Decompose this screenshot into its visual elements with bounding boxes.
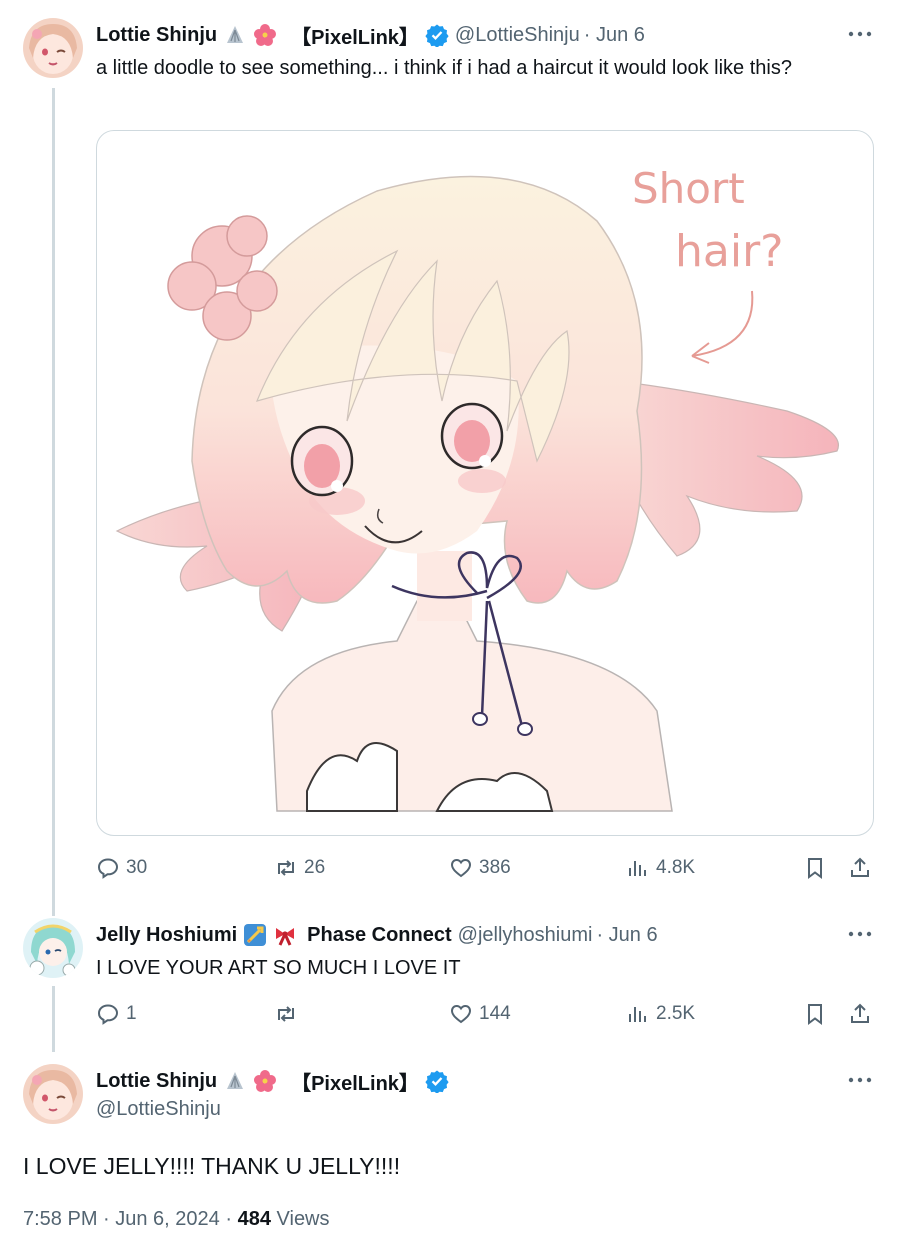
share-button[interactable] [848,856,872,880]
display-name[interactable]: Lottie Shinju [96,1070,217,1093]
share-icon [851,1003,869,1023]
repost-count: 26 [304,857,326,878]
views-button[interactable]: 4.8K [626,856,695,880]
repost-icon [278,860,294,876]
image-annotation-line1: Short [632,164,745,213]
reply-icon [97,858,119,879]
post-text: a little doodle to see something... i th… [96,57,792,79]
avatar[interactable] [23,18,83,78]
verified-icon [425,23,449,47]
avatar[interactable] [23,918,83,978]
post-text: I LOVE YOUR ART SO MUCH I LOVE IT [96,957,461,979]
reply-count: 1 [126,1003,137,1024]
handle[interactable]: @LottieShinju [455,24,580,47]
hibiscus-emoji-icon [253,1069,277,1093]
bookmark-icon [808,858,822,879]
reply-button[interactable]: 1 [96,1002,137,1026]
rocket-emoji-icon [243,923,267,947]
like-icon [450,858,472,878]
more-icon[interactable] [845,924,875,944]
like-count: 144 [479,1003,511,1024]
shell-emoji-icon [223,1069,247,1093]
like-button[interactable]: 386 [449,856,511,880]
share-icon [851,857,869,877]
views-count: 4.8K [656,857,696,878]
views-count: 2.5K [656,1003,696,1024]
image-annotation-line2: hair? [675,226,784,277]
avatar[interactable] [23,1064,83,1124]
views-count: 484 [237,1208,271,1230]
post-date[interactable]: · Jun 6 [596,924,657,947]
views-icon [629,1007,646,1022]
ribbon-emoji-icon [273,923,297,947]
share-button[interactable] [848,1002,872,1026]
like-count: 386 [479,857,511,878]
shell-emoji-icon [223,23,247,47]
more-icon[interactable] [845,1070,875,1090]
reply-icon [97,1004,119,1025]
display-name[interactable]: Jelly Hoshiumi [96,924,237,947]
bookmark-button[interactable] [803,1002,827,1026]
display-name[interactable]: Lottie Shinju [96,24,217,47]
post-text: I LOVE JELLY!!!! THANK U JELLY!!!! [23,1153,401,1179]
post-header: Lottie Shinju 【PixelLink】 [96,1066,449,1096]
like-icon [450,1004,472,1024]
bookmark-button[interactable] [803,856,827,880]
repost-icon [278,1006,294,1022]
reply-button[interactable]: 30 [96,856,147,880]
post-timestamp[interactable]: 7:58 PM · Jun 6, 2024 · [23,1208,232,1230]
verified-icon [425,1069,449,1093]
post-header: Jelly Hoshiumi Phase Connect @jellyhoshi… [96,920,658,950]
post-metadata: 7:58 PM · Jun 6, 2024 · 484 Views [23,1208,330,1231]
post-header: Lottie Shinju 【PixelLink】 @LottieShinju … [96,20,645,50]
handle[interactable]: @jellyhoshiumi [458,924,593,947]
handle[interactable]: @LottieShinju [96,1098,221,1121]
hibiscus-emoji-icon [253,23,277,47]
affiliation-tag: 【PixelLink】 [291,26,419,49]
action-bar: 1 144 2.5K [96,1002,876,1032]
more-icon[interactable] [845,24,875,44]
thread-connector-line [52,986,55,1052]
bookmark-icon [808,1004,822,1025]
thread-connector-line [52,88,55,916]
views-button[interactable]: 2.5K [626,1002,695,1026]
views-icon [629,861,646,876]
like-button[interactable]: 144 [449,1002,511,1026]
post-image[interactable]: Short hair? [96,130,874,836]
views-label: Views [276,1208,330,1230]
reply-count: 30 [126,857,148,878]
repost-button[interactable]: 26 [274,856,325,880]
repost-button[interactable] [274,1002,304,1026]
post-date[interactable]: · Jun 6 [584,24,645,47]
affiliation-tag: 【PixelLink】 [291,1072,419,1095]
affiliation-tag: Phase Connect [307,923,452,946]
action-bar: 30 26 386 4.8K [96,856,876,886]
